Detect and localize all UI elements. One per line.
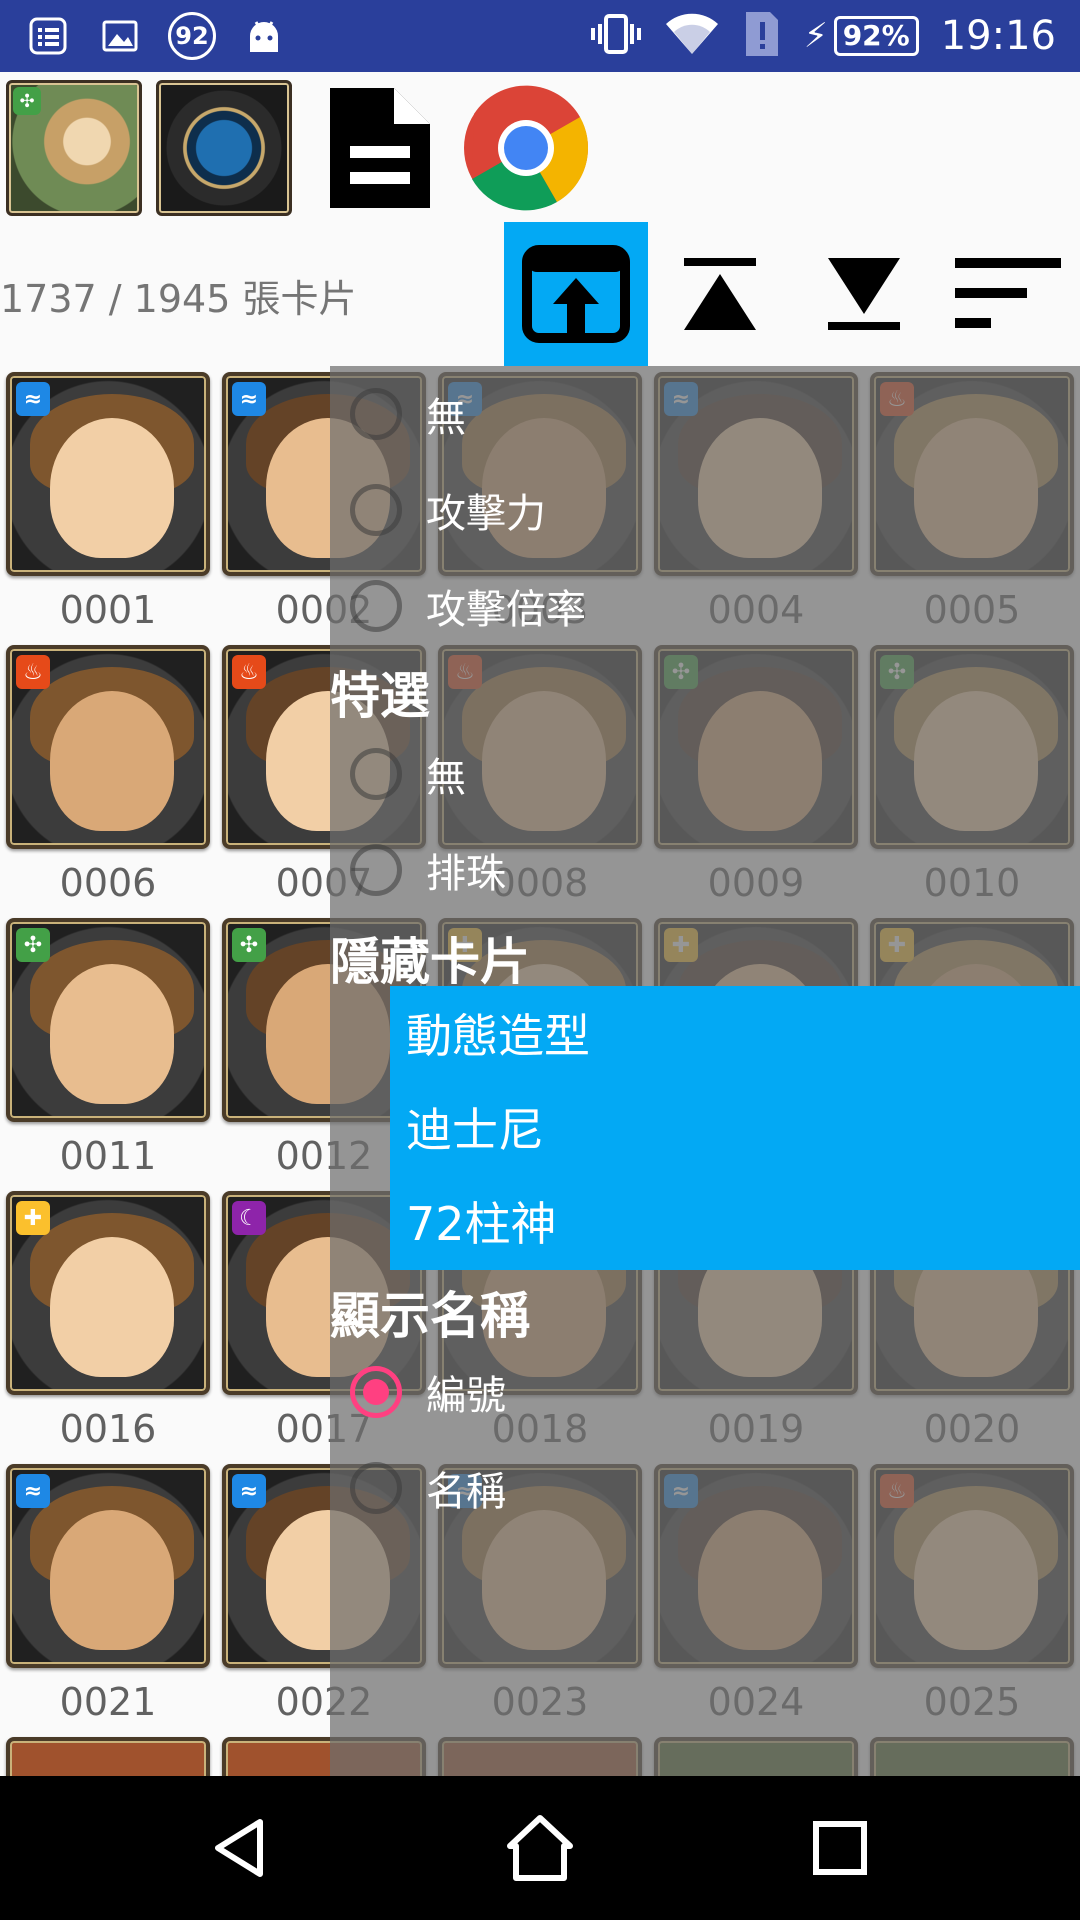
card-cell[interactable]: ✚ 0016	[0, 1185, 216, 1458]
radio-button[interactable]	[350, 748, 402, 800]
scroll-top-button[interactable]	[648, 222, 792, 366]
wood-attr-icon: ✣	[13, 87, 41, 115]
card-thumbnail[interactable]: ♨	[6, 645, 210, 849]
recents-button[interactable]	[790, 1798, 890, 1898]
scroll-bottom-icon	[828, 258, 900, 330]
display-option-label: 名稱	[426, 1469, 506, 1515]
home-icon	[507, 1815, 573, 1881]
wood-attr-icon: ✣	[232, 928, 266, 962]
android-icon	[240, 12, 288, 60]
vibrate-icon	[590, 12, 642, 60]
list-notification-icon	[24, 12, 72, 60]
battery-icon: 92%	[833, 15, 919, 57]
sort-icon	[955, 258, 1061, 328]
water-attr-icon: ≈	[16, 382, 50, 416]
back-icon	[215, 1819, 263, 1877]
hidden-cards-popup: 動態造型 迪士尼 72柱神	[390, 986, 1080, 1270]
radio-button[interactable]	[350, 580, 402, 632]
display-option-number[interactable]: 編號	[330, 1344, 1080, 1440]
card-id-label: 0016	[59, 1407, 157, 1451]
character-thumb-2[interactable]	[156, 80, 292, 216]
chrome-icon[interactable]	[458, 80, 594, 216]
light-attr-icon: ✚	[16, 1201, 50, 1235]
image-notification-icon	[96, 12, 144, 60]
special-option[interactable]: 無	[330, 726, 1080, 822]
card-art	[50, 964, 174, 1104]
wifi-icon	[664, 12, 720, 60]
card-thumbnail[interactable]: ✚	[6, 1191, 210, 1395]
status-bar-notifications: 92	[24, 12, 288, 60]
popup-item[interactable]: 迪士尼	[406, 1080, 544, 1174]
card-art	[50, 1237, 174, 1377]
special-option-label: 無	[426, 755, 466, 801]
hidden-cards-section-title: 隱藏卡片	[330, 933, 530, 991]
water-attr-icon: ≈	[16, 1474, 50, 1508]
display-option-label: 編號	[426, 1373, 506, 1419]
battery-percent: 92%	[842, 18, 910, 52]
special-option-label: 排珠	[426, 851, 506, 897]
sort-option[interactable]: 攻擊力	[330, 462, 1080, 558]
card-id-label: 0021	[59, 1680, 157, 1724]
recents-icon	[813, 1821, 867, 1875]
sort-option[interactable]: 無	[330, 366, 1080, 462]
card-cell[interactable]: ✣ 0011	[0, 912, 216, 1185]
open-in-button[interactable]	[504, 222, 648, 366]
fire-attr-icon: ♨	[16, 655, 50, 689]
card-thumbnail[interactable]: ≈	[6, 1464, 210, 1668]
sim-alert-icon	[742, 10, 782, 62]
character-thumb-1[interactable]: ✣	[6, 80, 142, 216]
card-thumbnail[interactable]: ✣	[6, 918, 210, 1122]
back-button[interactable]	[190, 1798, 290, 1898]
navigation-bar	[0, 1776, 1080, 1920]
sort-option-label: 攻擊倍率	[426, 587, 586, 633]
sort-button[interactable]	[936, 222, 1080, 366]
radio-button[interactable]	[350, 388, 402, 440]
count-badge-icon: 92	[168, 12, 216, 60]
water-attr-icon: ≈	[232, 1474, 266, 1508]
sort-option[interactable]: 攻擊倍率	[330, 558, 1080, 654]
dark-attr-icon: ☾	[232, 1201, 266, 1235]
scroll-bottom-button[interactable]	[792, 222, 936, 366]
status-bar-system: ⚡ 92% 19:16	[590, 8, 1056, 64]
card-art	[50, 1510, 174, 1650]
card-thumbnail[interactable]: ≈	[6, 372, 210, 576]
scroll-top-icon	[684, 258, 756, 330]
card-thumbnail[interactable]	[6, 1737, 210, 1776]
fire-attr-icon: ♨	[232, 655, 266, 689]
sort-option-label: 無	[426, 395, 466, 441]
document-icon[interactable]	[312, 80, 448, 216]
sort-option-label: 攻擊力	[426, 491, 546, 537]
card-id-label: 0006	[59, 861, 157, 905]
battery-indicator: ⚡ 92%	[803, 15, 919, 57]
radio-button-checked[interactable]	[350, 1366, 402, 1418]
card-cell[interactable]: ♨ 0006	[0, 639, 216, 912]
display-name-section-title: 顯示名稱	[330, 1287, 530, 1345]
home-button[interactable]	[490, 1798, 590, 1898]
popup-item[interactable]: 動態造型	[406, 986, 590, 1080]
popup-item[interactable]: 72柱神	[406, 1174, 557, 1268]
card-cell[interactable]: ≈0001	[0, 366, 216, 639]
card-id-label: 0011	[59, 1134, 157, 1178]
status-time: 19:16	[940, 13, 1056, 59]
status-bar: 92 ⚡ 92% 19:16	[0, 0, 1080, 72]
radio-button[interactable]	[350, 844, 402, 896]
action-toolbar	[504, 222, 1080, 366]
open-in-icon	[522, 245, 630, 343]
card-cell[interactable]: ≈0021	[0, 1458, 216, 1731]
water-attr-icon: ≈	[232, 382, 266, 416]
radio-button[interactable]	[350, 484, 402, 536]
notification-count: 92	[175, 22, 209, 50]
charging-icon: ⚡	[803, 15, 828, 56]
display-option-name[interactable]: 名稱	[330, 1440, 1080, 1536]
special-option[interactable]: 排珠	[330, 822, 1080, 918]
wood-attr-icon: ✣	[16, 928, 50, 962]
card-art	[50, 691, 174, 831]
card-art	[50, 418, 174, 558]
card-id-label: 0001	[59, 588, 157, 632]
special-section-title: 特選	[330, 667, 430, 725]
card-count: 1737 / 1945 張卡片	[0, 277, 357, 321]
radio-button[interactable]	[350, 1462, 402, 1514]
app-shortcut-row: ✣	[0, 72, 1080, 222]
